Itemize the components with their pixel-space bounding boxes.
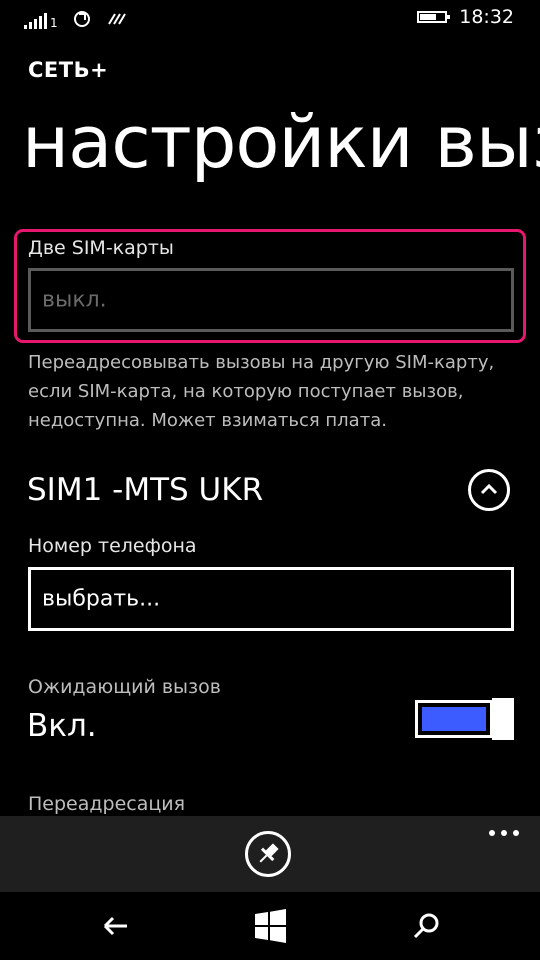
navigation-bar xyxy=(0,892,540,960)
network-type-label: 1 xyxy=(50,16,58,30)
call-waiting-toggle[interactable] xyxy=(415,698,515,740)
more-icon-dot xyxy=(501,830,507,836)
phone-number-label: Номер телефона xyxy=(28,535,197,557)
toggle-fill xyxy=(422,707,486,731)
sim1-section-title: SIM1 -MTS UKR xyxy=(27,472,264,508)
dual-sim-select[interactable]: выкл. xyxy=(28,268,514,332)
dual-sim-value: выкл. xyxy=(42,287,107,313)
phone-number-value: выбрать... xyxy=(42,586,161,612)
search-button[interactable] xyxy=(406,906,446,946)
pin-icon xyxy=(259,843,279,863)
phone-screen: 1 18:32 СЕТЬ+ настройки выз Две SIM-карт… xyxy=(0,0,540,960)
pin-button[interactable] xyxy=(245,831,291,877)
app-title: СЕТЬ+ xyxy=(28,58,109,82)
windows-start-icon xyxy=(255,909,286,943)
call-forwarding-label: Переадресация xyxy=(28,793,186,815)
nfc-icon xyxy=(107,13,126,25)
start-button[interactable] xyxy=(250,906,290,946)
more-options-button[interactable] xyxy=(484,826,524,840)
chevron-up-icon xyxy=(480,483,498,495)
app-bar xyxy=(0,816,540,892)
toggle-track xyxy=(415,700,493,738)
signal-strength-icon: 1 xyxy=(24,11,58,29)
data-sync-icon xyxy=(73,11,90,27)
status-icons-left: 1 xyxy=(24,7,128,29)
dual-sim-description: Переадресовывать вызовы на другую SIM-ка… xyxy=(28,352,495,431)
back-arrow-icon xyxy=(103,916,127,936)
toggle-thumb[interactable] xyxy=(492,698,514,740)
search-icon xyxy=(413,913,439,939)
status-icons-right: 18:32 xyxy=(417,6,514,28)
battery-level-fill xyxy=(420,14,437,20)
back-button[interactable] xyxy=(95,906,135,946)
more-icon-dot xyxy=(513,830,519,836)
more-icon-dot xyxy=(489,830,495,836)
collapse-button[interactable] xyxy=(468,469,510,511)
battery-icon xyxy=(417,11,451,23)
status-clock: 18:32 xyxy=(459,6,514,28)
call-waiting-value: Вкл. xyxy=(27,708,97,744)
call-waiting-label: Ожидающий вызов xyxy=(28,676,221,698)
status-bar: 1 18:32 xyxy=(0,0,540,36)
phone-number-select[interactable]: выбрать... xyxy=(28,567,514,631)
page-title: настройки выз xyxy=(22,100,540,184)
dual-sim-label: Две SIM-карты xyxy=(28,237,174,259)
